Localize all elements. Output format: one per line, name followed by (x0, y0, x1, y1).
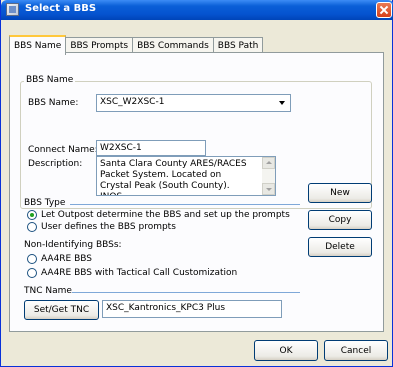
bbs-name-combobox[interactable]: XSC_W2XSC-1 (96, 94, 291, 112)
connect-name-value: W2XSC-1 (100, 143, 142, 153)
bbs-type-divider (70, 204, 300, 205)
description-value: Santa Clara County ARES/RACES Packet Sys… (100, 159, 247, 195)
window-title: Select a BBS (25, 3, 97, 14)
tnc-name-title: TNC Name (24, 286, 72, 296)
radio-label: AA4RE BBS (41, 254, 92, 264)
select-bbs-dialog: Select a BBS BBS Name BBS Prompts BBS Co… (0, 0, 393, 367)
bbs-name-label: BBS Name: (28, 98, 79, 108)
tnc-divider (72, 292, 300, 293)
radio-user-defines-prompts[interactable]: User defines the BBS prompts (27, 222, 176, 232)
app-icon (6, 3, 19, 16)
cancel-button[interactable]: Cancel (324, 340, 388, 361)
description-scrollbar[interactable] (262, 157, 275, 195)
non-identifying-title: Non-Identifying BBSs: (24, 240, 122, 250)
scroll-up-icon[interactable] (262, 157, 275, 169)
scroll-down-icon[interactable] (262, 183, 275, 195)
ok-button[interactable]: OK (254, 340, 318, 361)
set-get-tnc-button[interactable]: Set/Get TNC (24, 300, 99, 320)
bbs-name-value: XSC_W2XSC-1 (100, 97, 165, 107)
connect-name-label: Connect Name: (28, 145, 98, 155)
radio-aa4re-bbs[interactable]: AA4RE BBS (27, 254, 92, 264)
tnc-name-value: XSC_Kantronics_KPC3 Plus (106, 303, 226, 313)
description-textarea[interactable]: Santa Clara County ARES/RACES Packet Sys… (96, 156, 276, 196)
bbs-type-title: BBS Type (24, 198, 66, 208)
radio-button[interactable] (27, 222, 37, 232)
radio-label: AA4RE BBS with Tactical Call Customizati… (41, 268, 238, 278)
radio-button[interactable] (27, 254, 37, 264)
chevron-down-icon[interactable] (275, 96, 289, 110)
bbs-name-group-legend: BBS Name (24, 75, 76, 85)
radio-label: Let Outpost determine the BBS and set up… (41, 210, 290, 220)
radio-button-checked[interactable] (27, 210, 37, 220)
close-icon[interactable] (376, 2, 392, 18)
description-label: Description: (28, 159, 83, 169)
connect-name-field[interactable]: W2XSC-1 (96, 140, 206, 156)
radio-aa4re-bbs-tactical[interactable]: AA4RE BBS with Tactical Call Customizati… (27, 268, 237, 278)
tab-strip: BBS Name BBS Prompts BBS Commands BBS Pa… (9, 35, 264, 55)
title-bar[interactable]: Select a BBS (1, 0, 393, 20)
radio-button[interactable] (27, 268, 37, 278)
radio-let-outpost-determine[interactable]: Let Outpost determine the BBS and set up… (27, 210, 290, 220)
new-button[interactable]: New (308, 183, 372, 203)
copy-button[interactable]: Copy (308, 210, 372, 230)
tab-bbs-name[interactable]: BBS Name (9, 35, 67, 55)
bbs-name-tab-panel: BBS Name BBS Name: XSC_W2XSC-1 Connect N… (9, 52, 384, 332)
radio-label: User defines the BBS prompts (41, 222, 176, 232)
tnc-name-field[interactable]: XSC_Kantronics_KPC3 Plus (102, 300, 282, 318)
delete-button[interactable]: Delete (308, 237, 372, 257)
